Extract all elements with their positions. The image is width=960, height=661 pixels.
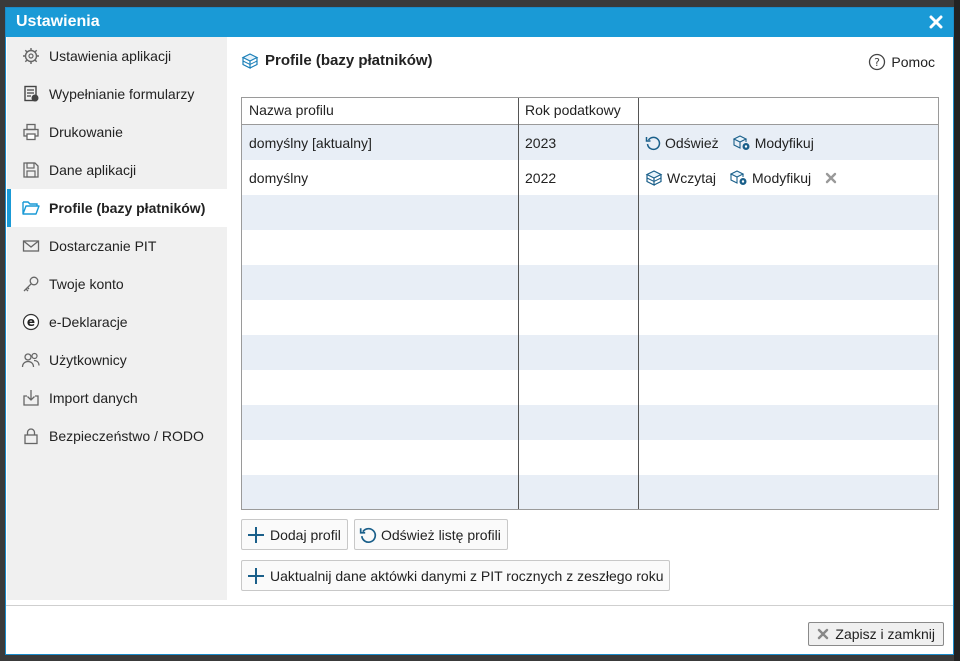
sidebar-item-label: Dane aplikacji bbox=[49, 162, 137, 178]
sidebar-item-label: Twoje konto bbox=[49, 276, 124, 292]
refresh-icon bbox=[645, 135, 661, 151]
title-bar: Ustawienia bbox=[6, 8, 953, 37]
save-and-close-button[interactable]: Zapisz i zamknij bbox=[808, 622, 944, 646]
help-label: Pomoc bbox=[891, 54, 935, 70]
sidebar-item-form-filling[interactable]: Wypełnianie formularzy bbox=[7, 75, 227, 113]
column-header-name[interactable]: Nazwa profilu bbox=[242, 98, 518, 124]
footer-divider bbox=[6, 605, 953, 606]
page-title-text: Profile (bazy płatników) bbox=[265, 52, 433, 69]
sidebar-item-app-data[interactable]: Dane aplikacji bbox=[7, 151, 227, 189]
table-row[interactable]: domyślny [aktualny] 2023 Odśwież Modyfik… bbox=[242, 125, 938, 160]
database-box-icon bbox=[241, 52, 259, 69]
profile-year: 2023 bbox=[525, 134, 557, 151]
sidebar-item-label: Drukowanie bbox=[49, 124, 123, 140]
question-circle-icon: ? bbox=[868, 53, 886, 71]
key-icon bbox=[21, 274, 41, 294]
close-icon[interactable] bbox=[927, 13, 945, 31]
column-divider bbox=[638, 98, 639, 509]
action-label: Modyfikuj bbox=[754, 134, 814, 151]
sidebar-item-label: Wypełnianie formularzy bbox=[49, 86, 195, 102]
envelope-icon bbox=[21, 236, 41, 256]
action-label: Odśwież bbox=[665, 134, 719, 151]
column-header-actions bbox=[638, 98, 938, 124]
printer-icon bbox=[21, 122, 41, 142]
load-profile-button[interactable]: Wczytaj bbox=[645, 170, 716, 186]
database-edit-icon bbox=[730, 169, 748, 186]
sidebar-item-label: Użytkownicy bbox=[49, 352, 127, 368]
sidebar-item-import-data[interactable]: Import danych bbox=[7, 379, 227, 417]
empty-row bbox=[242, 335, 938, 370]
table-row[interactable]: domyślny 2022 Wczytaj Modyfikuj bbox=[242, 160, 938, 195]
e-declaration-icon: e bbox=[21, 312, 41, 332]
profile-name: domyślny bbox=[249, 169, 309, 186]
column-header-year[interactable]: Rok podatkowy bbox=[518, 98, 638, 124]
sidebar-item-app-settings[interactable]: Ustawienia aplikacji bbox=[7, 37, 227, 75]
sidebar-item-label: Profile (bazy płatników) bbox=[49, 200, 206, 216]
sidebar-item-label: Ustawienia aplikacji bbox=[49, 48, 172, 64]
refresh-profile-button[interactable]: Odśwież bbox=[645, 135, 719, 151]
sidebar-item-security[interactable]: Bezpieczeństwo / RODO bbox=[7, 417, 227, 455]
add-profile-button[interactable]: Dodaj profil bbox=[241, 519, 348, 550]
empty-row bbox=[242, 440, 938, 475]
sidebar-item-users[interactable]: Użytkownicy bbox=[7, 341, 227, 379]
database-box-icon bbox=[645, 169, 663, 186]
window-title: Ustawienia bbox=[16, 13, 100, 30]
main-panel: Profile (bazy płatników) ? Pomoc Nazwa p… bbox=[227, 37, 953, 600]
empty-row bbox=[242, 300, 938, 335]
help-link[interactable]: ? Pomoc bbox=[868, 53, 935, 71]
empty-row bbox=[242, 195, 938, 230]
gear-icon bbox=[21, 46, 41, 66]
refresh-icon bbox=[359, 526, 377, 544]
folder-open-icon bbox=[21, 198, 41, 218]
settings-dialog: Ustawienia Ustawienia aplikacji Wypełnia… bbox=[5, 7, 954, 655]
empty-row bbox=[242, 265, 938, 300]
button-label: Dodaj profil bbox=[270, 526, 341, 543]
modify-profile-button[interactable]: Modyfikuj bbox=[732, 134, 814, 151]
row-actions: Odśwież Modyfikuj bbox=[638, 135, 938, 151]
plus-icon bbox=[246, 525, 266, 545]
lock-icon bbox=[21, 426, 41, 446]
close-icon bbox=[817, 628, 829, 640]
action-label: Wczytaj bbox=[667, 169, 716, 186]
background-strip bbox=[954, 0, 960, 661]
empty-row bbox=[242, 230, 938, 265]
action-label: Modyfikuj bbox=[752, 169, 812, 186]
page-title: Profile (bazy płatników) bbox=[241, 52, 433, 69]
sidebar: Ustawienia aplikacji Wypełnianie formula… bbox=[7, 37, 227, 600]
delete-profile-icon[interactable] bbox=[825, 172, 837, 184]
sidebar-item-pit-delivery[interactable]: Dostarczanie PIT bbox=[7, 227, 227, 265]
form-fill-icon bbox=[21, 84, 41, 104]
import-icon bbox=[21, 388, 41, 408]
row-actions: Wczytaj Modyfikuj bbox=[638, 170, 938, 186]
profiles-table: Nazwa profilu Rok podatkowy domyślny [ak… bbox=[241, 97, 939, 510]
empty-row bbox=[242, 405, 938, 440]
sidebar-item-e-declarations[interactable]: e e-Deklaracje bbox=[7, 303, 227, 341]
sidebar-item-profiles[interactable]: Profile (bazy płatników) bbox=[7, 189, 227, 227]
database-edit-icon bbox=[732, 134, 751, 151]
profile-year: 2022 bbox=[525, 169, 557, 186]
sidebar-item-account[interactable]: Twoje konto bbox=[7, 265, 227, 303]
sidebar-item-printing[interactable]: Drukowanie bbox=[7, 113, 227, 151]
table-header: Nazwa profilu Rok podatkowy bbox=[242, 98, 938, 125]
empty-row bbox=[242, 475, 938, 509]
refresh-profiles-button[interactable]: Odśwież listę profili bbox=[354, 519, 508, 550]
sidebar-item-label: e-Deklaracje bbox=[49, 314, 128, 330]
empty-row bbox=[242, 370, 938, 405]
button-label: Odśwież listę profili bbox=[381, 526, 501, 543]
sidebar-item-label: Import danych bbox=[49, 390, 138, 406]
sidebar-item-label: Bezpieczeństwo / RODO bbox=[49, 428, 204, 444]
modify-profile-button[interactable]: Modyfikuj bbox=[730, 170, 811, 186]
sidebar-item-label: Dostarczanie PIT bbox=[49, 238, 157, 254]
svg-text:?: ? bbox=[875, 56, 881, 69]
plus-icon bbox=[246, 566, 266, 586]
users-icon bbox=[21, 350, 41, 370]
svg-text:e: e bbox=[27, 315, 35, 329]
profile-name: domyślny [aktualny] bbox=[249, 134, 372, 151]
update-briefcase-button[interactable]: Uaktualnij dane aktówki danymi z PIT roc… bbox=[241, 560, 671, 591]
button-label: Zapisz i zamknij bbox=[835, 626, 935, 642]
column-divider bbox=[518, 98, 519, 509]
floppy-disk-icon bbox=[21, 160, 41, 180]
button-label: Uaktualnij dane aktówki danymi z PIT roc… bbox=[270, 567, 664, 584]
